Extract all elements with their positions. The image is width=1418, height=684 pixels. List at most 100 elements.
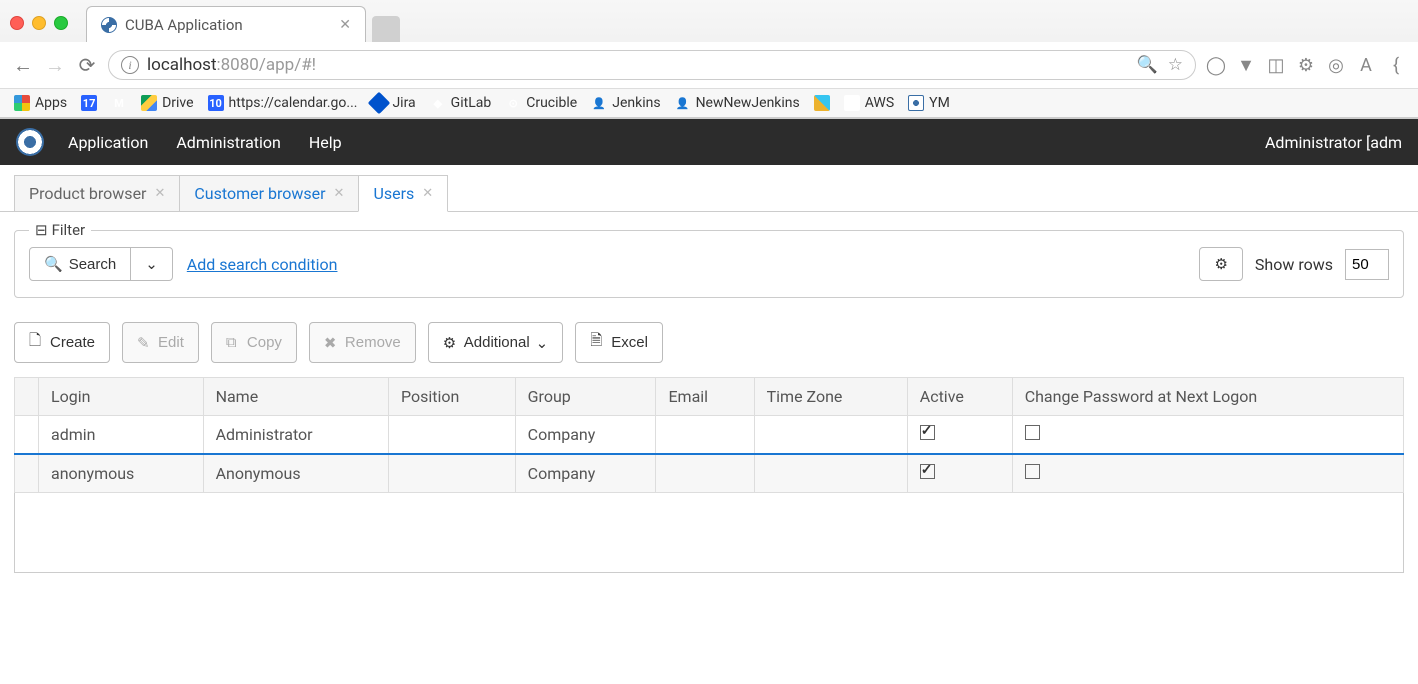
row-select-cell[interactable]	[15, 454, 39, 493]
window-controls	[10, 16, 68, 42]
checkbox-icon[interactable]	[920, 464, 935, 479]
extension-icon[interactable]: ⚙	[1296, 55, 1316, 75]
toolbar: ← → ⟳ i localhost:8080/app/#! 🔍 ☆ ◯ ▼ ◫ …	[0, 42, 1418, 89]
cal-icon: 17	[81, 95, 97, 111]
gitlab-icon: ◆	[430, 95, 446, 111]
extension-icon[interactable]: {	[1386, 55, 1406, 75]
bookmark-item[interactable]: Drive	[141, 95, 193, 111]
collapse-icon[interactable]: ⊟	[35, 221, 48, 239]
bookmark-item[interactable]: M	[111, 95, 127, 111]
add-search-condition-link[interactable]: Add search condition	[187, 255, 338, 274]
remove-button[interactable]: ✖ Remove	[309, 322, 416, 363]
bookmark-item[interactable]: 👤Jenkins	[591, 95, 660, 111]
bookmark-label: Crucible	[526, 95, 577, 111]
create-button[interactable]: 🗋 Create	[14, 322, 110, 363]
bookmark-item[interactable]: 👤NewNewJenkins	[675, 95, 800, 111]
window-maximize-button[interactable]	[54, 16, 68, 30]
cell-timezone	[754, 416, 907, 455]
tab-strip: CUBA Application ✕	[0, 0, 1418, 42]
filter-settings-button[interactable]: ⚙	[1199, 247, 1242, 281]
table-row[interactable]: adminAdministratorCompany	[15, 416, 1404, 455]
reload-button[interactable]: ⟳	[76, 54, 98, 76]
user-info[interactable]: Administrator [adm	[1265, 133, 1402, 152]
copy-button-label: Copy	[247, 334, 282, 351]
column-header[interactable]: Active	[907, 378, 1012, 416]
app-tab-customer-browser[interactable]: Customer browser✕	[179, 175, 359, 212]
checkbox-icon[interactable]	[1025, 464, 1040, 479]
extension-icon[interactable]: ◯	[1206, 55, 1226, 75]
site-info-icon[interactable]: i	[121, 56, 139, 74]
column-header[interactable]: Name	[203, 378, 388, 416]
checkbox-icon[interactable]	[1025, 425, 1040, 440]
extension-icon[interactable]: ◎	[1326, 55, 1346, 75]
show-rows-input[interactable]	[1345, 249, 1389, 280]
tab-close-icon[interactable]: ✕	[339, 17, 351, 33]
cell-email	[656, 416, 754, 455]
tab-close-icon[interactable]: ✕	[422, 186, 433, 201]
cell-position	[389, 416, 516, 455]
jenkins-icon: 👤	[591, 95, 607, 111]
browser-tab[interactable]: CUBA Application ✕	[86, 6, 366, 42]
tab-close-icon[interactable]: ✕	[334, 186, 345, 201]
file-icon: 🗋	[29, 330, 44, 355]
bookmark-item[interactable]: Jira	[371, 95, 415, 111]
app-tab-users[interactable]: Users✕	[358, 175, 448, 212]
extension-icon[interactable]: ◫	[1266, 55, 1286, 75]
drive-icon	[141, 95, 157, 111]
copy-icon: ⧉	[226, 334, 241, 351]
app-logo-icon[interactable]	[16, 128, 44, 156]
cell-group: Company	[515, 416, 656, 455]
excel-button[interactable]: 🗎 Excel	[575, 322, 663, 363]
cell-group: Company	[515, 454, 656, 493]
filter-legend-label: Filter	[52, 221, 86, 239]
search-dropdown-button[interactable]: ⌄	[131, 247, 173, 281]
bookmark-item[interactable]: ◆GitLab	[430, 95, 492, 111]
bookmark-item[interactable]: 17	[81, 95, 97, 111]
edit-button[interactable]: ✎ Edit	[122, 322, 199, 363]
forward-button[interactable]: →	[44, 54, 66, 76]
menu-item-administration[interactable]: Administration	[176, 133, 281, 152]
window-close-button[interactable]	[10, 16, 24, 30]
menu-item-help[interactable]: Help	[309, 133, 342, 152]
copy-button[interactable]: ⧉ Copy	[211, 322, 297, 363]
filter-legend: ⊟ Filter	[29, 221, 91, 239]
checkbox-icon[interactable]	[920, 425, 935, 440]
gmail-icon: M	[111, 95, 127, 111]
url-rest: :8080/app/#!	[217, 55, 317, 75]
back-button[interactable]: ←	[12, 54, 34, 76]
new-tab-button[interactable]	[372, 16, 400, 42]
table-row[interactable]: anonymousAnonymousCompany	[15, 454, 1404, 493]
column-header[interactable]: Email	[656, 378, 754, 416]
additional-button[interactable]: ⚙ Additional ⌄	[428, 322, 563, 363]
bookmark-item[interactable]: GAWS	[844, 95, 894, 111]
menu-item-application[interactable]: Application	[68, 133, 148, 152]
cell-login: anonymous	[39, 454, 204, 493]
remove-icon: ✖	[324, 334, 339, 352]
jenkins-icon: 👤	[675, 95, 691, 111]
row-select-cell[interactable]	[15, 416, 39, 455]
search-button-label: Search	[69, 256, 117, 273]
row-select-header	[15, 378, 39, 416]
column-header[interactable]: Change Password at Next Logon	[1012, 378, 1403, 416]
angular-icon[interactable]: A	[1356, 55, 1376, 75]
pocket-icon[interactable]: ▼	[1236, 55, 1256, 75]
search-button[interactable]: 🔍 Search	[29, 247, 131, 281]
bookmark-item[interactable]: 10https://calendar.go...	[208, 95, 358, 111]
url-bar[interactable]: i localhost:8080/app/#! 🔍 ☆	[108, 50, 1196, 80]
bookmark-item[interactable]: Apps	[14, 95, 67, 111]
zoom-icon[interactable]: 🔍	[1137, 55, 1158, 75]
bookmark-star-icon[interactable]: ☆	[1168, 55, 1183, 75]
tab-close-icon[interactable]: ✕	[154, 186, 165, 201]
slack-icon	[814, 95, 830, 111]
bookmark-item[interactable]	[814, 95, 830, 111]
column-header[interactable]: Position	[389, 378, 516, 416]
bookmark-item[interactable]: ⊙Crucible	[505, 95, 577, 111]
column-header[interactable]: Group	[515, 378, 656, 416]
column-header[interactable]: Time Zone	[754, 378, 907, 416]
window-minimize-button[interactable]	[32, 16, 46, 30]
cell-active	[907, 454, 1012, 493]
gear-icon: ⚙	[443, 334, 458, 352]
column-header[interactable]: Login	[39, 378, 204, 416]
bookmark-item[interactable]: YM	[908, 95, 950, 111]
app-tab-product-browser[interactable]: Product browser✕	[14, 175, 180, 212]
